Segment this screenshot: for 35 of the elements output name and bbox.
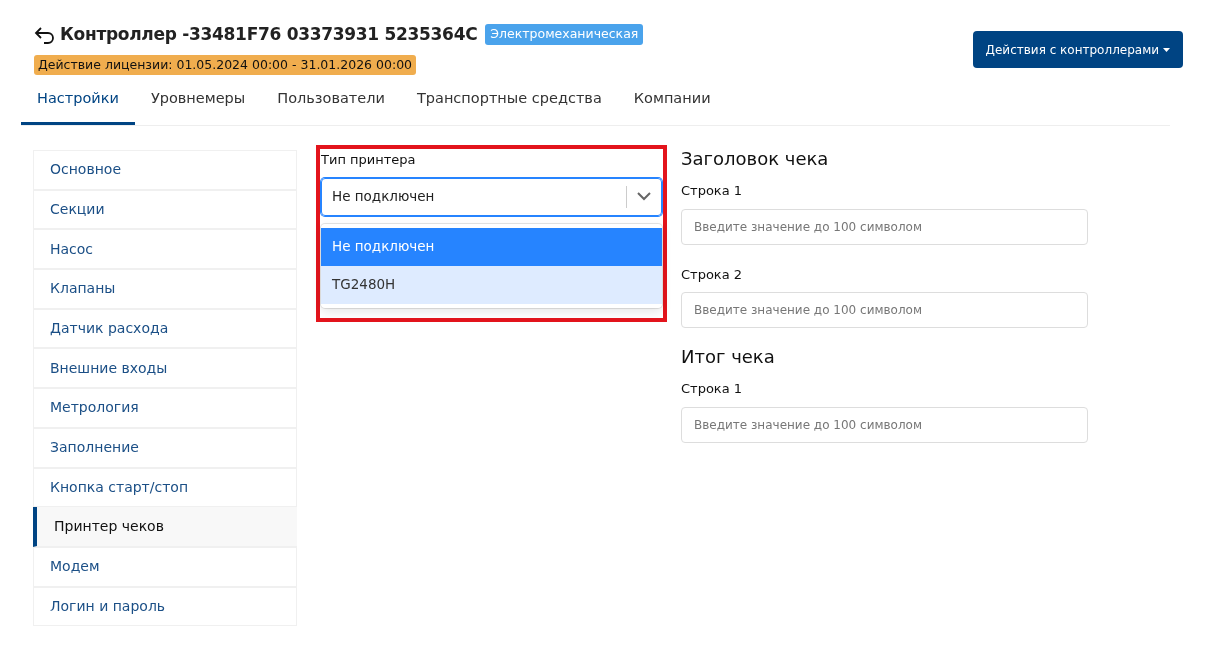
license-badge: Действие лицензии: 01.05.2024 00:00 - 31.01.2026 00:00: [34, 54, 417, 76]
tab[interactable]: Уровнемеры: [134, 86, 262, 125]
sidebar-item[interactable]: Секции: [33, 189, 297, 230]
dropdown-option[interactable]: TG2480H: [321, 265, 662, 304]
section-heading: Заголовок чека: [681, 147, 830, 171]
back-arrow-icon[interactable]: [34, 24, 56, 45]
tab[interactable]: Компании: [617, 86, 727, 125]
printer-type-select[interactable]: Не подключен: [321, 177, 662, 216]
field-label: Строка 1: [681, 380, 744, 398]
controller-title: Контроллер -33481F76 03373931 5235364C: [60, 23, 478, 46]
sidebar-item[interactable]: Кнопка старт/стоп: [33, 467, 297, 508]
input-field[interactable]: Введите значение до 100 символом: [681, 292, 1088, 328]
sidebar-item[interactable]: Клапаны: [33, 269, 297, 309]
sidebar-item[interactable]: Логин и пароль: [33, 586, 297, 627]
tab[interactable]: Настройки: [21, 86, 135, 125]
sidebar-item[interactable]: Метрология: [33, 388, 297, 428]
dropdown-option[interactable]: Не подключен: [321, 227, 662, 266]
type-badge: Электромеханическая: [485, 24, 644, 46]
field-label: Строка 1: [681, 182, 744, 200]
field-label: Тип принтера: [321, 151, 417, 169]
section-heading: Итог чека: [681, 345, 776, 369]
field-label: Строка 2: [681, 265, 744, 284]
sidebar-item[interactable]: Принтер чеков: [33, 507, 297, 547]
caret-icon: [1163, 47, 1170, 52]
input-field[interactable]: Введите значение до 100 символом: [681, 208, 1088, 245]
tab[interactable]: Транспортные средства: [400, 86, 618, 125]
sidebar-item[interactable]: Модем: [33, 546, 297, 587]
sidebar-item[interactable]: Внешние входы: [33, 348, 297, 389]
sidebar-item[interactable]: Основное: [33, 150, 297, 190]
sidebar-item[interactable]: Насос: [33, 229, 297, 270]
tab[interactable]: Пользователи: [261, 86, 401, 125]
controller-actions-button[interactable]: Действия с контроллерами: [972, 31, 1183, 68]
sidebar-item[interactable]: Заполнение: [33, 427, 297, 468]
input-field[interactable]: Введите значение до 100 символом: [681, 406, 1088, 443]
sidebar-item[interactable]: Датчик расхода: [33, 308, 297, 349]
